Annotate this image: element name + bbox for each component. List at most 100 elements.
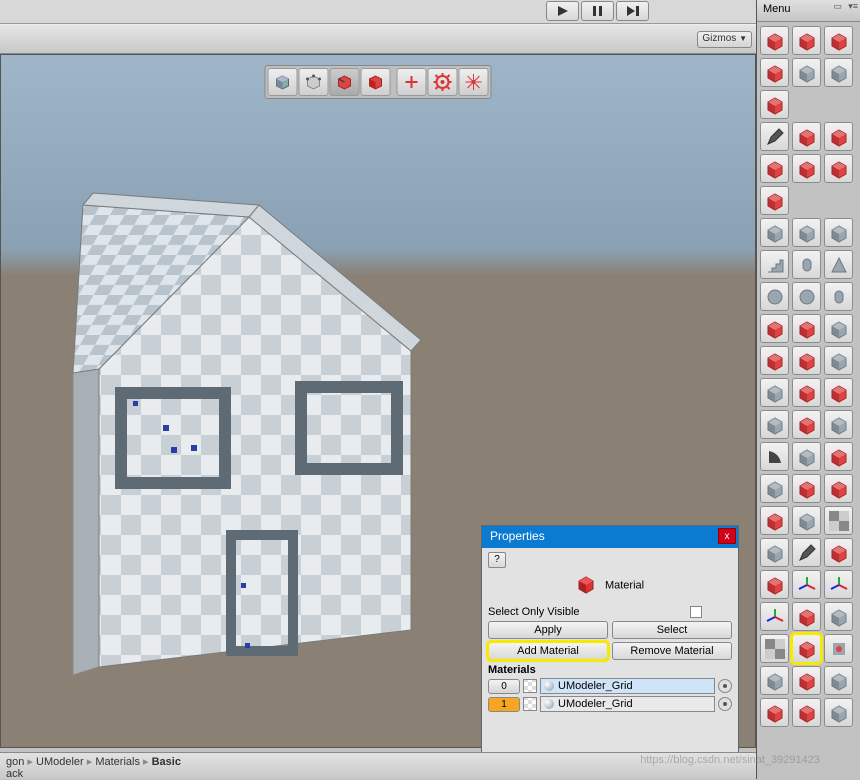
tool-stairs[interactable]	[760, 250, 789, 279]
breadcrumb-item[interactable]: Materials	[95, 756, 140, 768]
tool-red-box-up[interactable]	[824, 442, 853, 471]
tool-dots-red[interactable]	[760, 570, 789, 599]
tool-checker2[interactable]	[760, 634, 789, 663]
tool-axes-rgb2[interactable]	[824, 570, 853, 599]
material-index-1[interactable]: 1	[488, 697, 520, 712]
tool-cube-gray5[interactable]	[760, 474, 789, 503]
tool-red-multi2[interactable]	[792, 698, 821, 727]
material-swatch-1[interactable]	[523, 697, 537, 711]
tool-cubes-gray[interactable]	[824, 410, 853, 439]
sidebar-header[interactable]: Menu ▭ ▾≡	[757, 0, 860, 22]
settings-button[interactable]	[428, 68, 458, 96]
tool-curve-red[interactable]	[824, 122, 853, 151]
tool-gray-cube[interactable]	[792, 58, 821, 87]
tool-gray-eraser[interactable]	[792, 442, 821, 471]
material-field-1[interactable]: UModeler_Grid	[540, 696, 715, 712]
select-button[interactable]: Select	[612, 621, 732, 639]
breadcrumb-item[interactable]: gon	[6, 756, 24, 768]
tool-red-stair[interactable]	[824, 154, 853, 183]
material-field-0[interactable]: UModeler_Grid	[540, 678, 715, 694]
tool-arrow-up-red[interactable]	[760, 58, 789, 87]
properties-title-bar[interactable]: Properties x	[482, 526, 738, 548]
tool-disc-lines[interactable]	[760, 282, 789, 311]
tool-cube-gray4[interactable]	[760, 410, 789, 439]
tool-red-cube-wire[interactable]	[824, 26, 853, 55]
tool-red-rect[interactable]	[760, 186, 789, 215]
tool-red-up[interactable]	[792, 314, 821, 343]
tool-red-lines[interactable]	[824, 474, 853, 503]
material-picker-0[interactable]	[718, 679, 732, 693]
face-mode-button[interactable]	[361, 68, 391, 96]
tool-sphere[interactable]	[792, 282, 821, 311]
apply-button[interactable]: Apply	[488, 621, 608, 639]
tool-axes-rgb3[interactable]	[760, 602, 789, 631]
tool-red-door[interactable]	[824, 538, 853, 567]
play-button[interactable]	[546, 1, 579, 21]
material-row: 1 UModeler_Grid	[488, 696, 732, 712]
pivot-button[interactable]	[459, 68, 489, 96]
tool-red-rotate[interactable]	[760, 90, 789, 119]
tool-boxes-gray[interactable]	[824, 346, 853, 375]
tool-red-dot[interactable]	[792, 410, 821, 439]
vertex-mode-button[interactable]	[299, 68, 329, 96]
remove-material-button[interactable]: Remove Material	[612, 642, 732, 660]
tool-red-multi[interactable]	[760, 698, 789, 727]
tool-cone[interactable]	[824, 250, 853, 279]
add-button[interactable]	[397, 68, 427, 96]
tool-square-gray[interactable]	[824, 602, 853, 631]
tool-pen[interactable]	[760, 122, 789, 151]
material-swatch-0[interactable]	[523, 679, 537, 693]
object-mode-button[interactable]	[268, 68, 298, 96]
tool-cylinder[interactable]	[792, 250, 821, 279]
tool-cube-gray[interactable]	[792, 218, 821, 247]
tool-red-cube3[interactable]	[792, 666, 821, 695]
tool-box-red[interactable]	[760, 346, 789, 375]
tool-dark-shape[interactable]	[760, 442, 789, 471]
minimize-icon[interactable]: ▭	[833, 1, 842, 12]
tool-knob[interactable]	[824, 634, 853, 663]
step-button[interactable]	[616, 1, 649, 21]
tool-axes-rgb[interactable]	[792, 570, 821, 599]
tool-red-cube-up[interactable]	[760, 314, 789, 343]
scene-viewport[interactable]: Properties x ? Material Select Only Visi…	[0, 54, 756, 748]
viewport-header: Gizmos ▼	[0, 24, 756, 54]
tool-red-cube[interactable]	[792, 26, 821, 55]
tool-stair-red[interactable]	[792, 602, 821, 631]
tool-cube-wire[interactable]	[760, 538, 789, 567]
help-button[interactable]: ?	[488, 552, 506, 568]
tool-tri-red[interactable]	[760, 506, 789, 535]
tool-net-red[interactable]	[792, 474, 821, 503]
tool-box-red-up[interactable]	[792, 346, 821, 375]
tool-red-fill[interactable]	[760, 154, 789, 183]
material-picker-1[interactable]	[718, 697, 732, 711]
tool-gray-cube7[interactable]	[760, 666, 789, 695]
tool-cubes-red-gray[interactable]	[824, 378, 853, 407]
breadcrumb-item[interactable]: Basic	[152, 756, 181, 768]
tool-cube-gray3[interactable]	[760, 378, 789, 407]
tool-capsule[interactable]	[824, 282, 853, 311]
tool-line-red[interactable]	[792, 122, 821, 151]
gizmos-dropdown[interactable]: Gizmos ▼	[697, 31, 752, 48]
tool-gray-box[interactable]	[824, 698, 853, 727]
tool-cube-half-red[interactable]	[792, 378, 821, 407]
tool-red-gem[interactable]	[760, 26, 789, 55]
tool-checker[interactable]	[824, 506, 853, 535]
material-index-0[interactable]: 0	[488, 679, 520, 694]
tool-cube-open[interactable]	[792, 538, 821, 567]
tool-cube-gray6[interactable]	[792, 506, 821, 535]
tool-cube-gray2[interactable]	[824, 218, 853, 247]
tool-gray-cube-small[interactable]	[824, 314, 853, 343]
tool-gray-cube-outline[interactable]	[824, 58, 853, 87]
menu-dropdown-icon[interactable]: ▾≡	[848, 1, 858, 12]
watermark: https://blog.csdn.net/sinat_39291423	[640, 754, 820, 766]
properties-close-button[interactable]: x	[718, 528, 736, 544]
select-only-visible-checkbox[interactable]	[690, 606, 702, 618]
tool-red-chip[interactable]	[792, 634, 821, 663]
tool-red-disc[interactable]	[792, 154, 821, 183]
tool-spheres-gray[interactable]	[760, 218, 789, 247]
breadcrumb-item[interactable]: UModeler	[36, 756, 84, 768]
edge-mode-button[interactable]	[330, 68, 360, 96]
pause-button[interactable]	[581, 1, 614, 21]
tool-gray-cyl[interactable]	[824, 666, 853, 695]
add-material-button[interactable]: Add Material	[488, 642, 608, 660]
